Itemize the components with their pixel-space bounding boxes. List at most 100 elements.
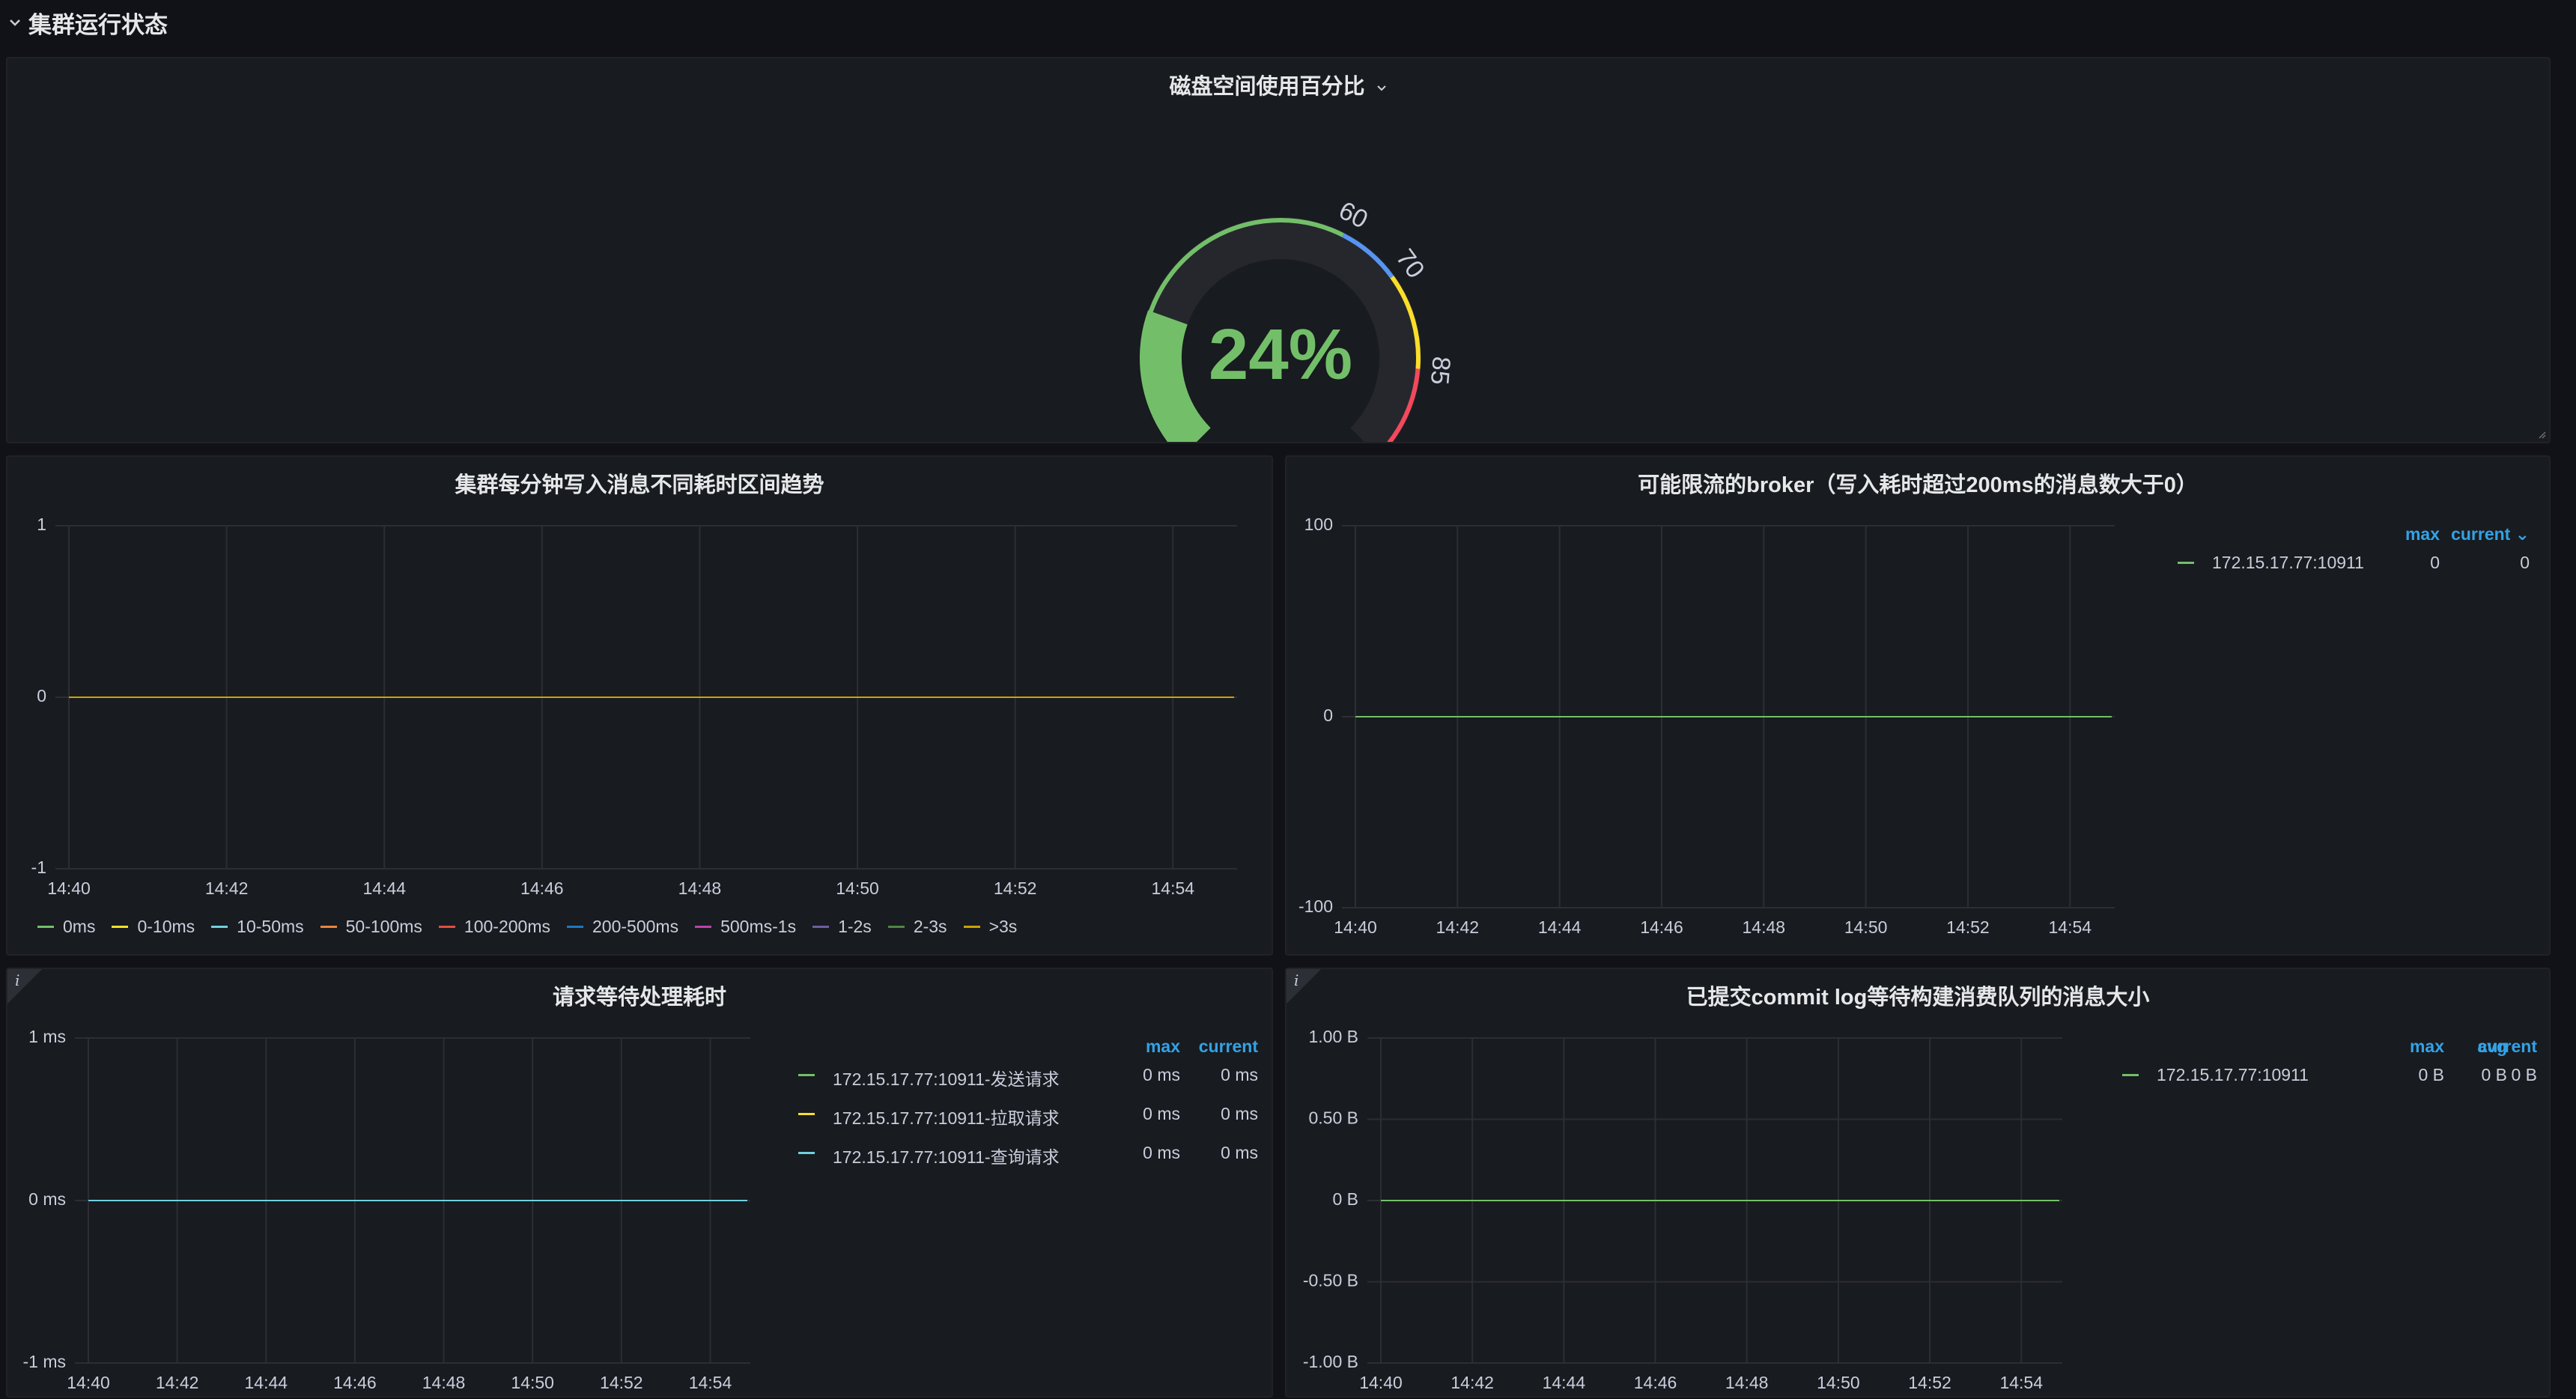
x-tick-label: 14:54	[1999, 1373, 2043, 1392]
legend-column-header-current[interactable]: current ⌄	[2451, 524, 2530, 544]
legend-series-name: 172.15.17.77:10911-拉取请求	[833, 1108, 1060, 1128]
legend-stat-current: 0 B	[2511, 1065, 2537, 1084]
legend-swatch	[320, 926, 337, 928]
latency-trend-plot: 1 0 -114:40 14:42 14:44 14:46 14:48 14:50 14:52 1…	[31, 515, 1237, 898]
x-tick-label: 14:46	[333, 1373, 377, 1392]
legend-label: 100-200ms	[464, 917, 550, 936]
legend-swatch	[887, 926, 905, 928]
x-tick-label: 14:44	[244, 1373, 288, 1392]
throttled-broker-legend: max current ⌄ 172.15.17.77:10911 0 0	[2163, 524, 2537, 674]
x-tick-label: 14:44	[1543, 1373, 1586, 1392]
x-tick-label: 14:50	[1844, 917, 1888, 937]
legend-series-name: 172.15.17.77:10911-查询请求	[833, 1147, 1060, 1167]
gauge-tick-label: 70	[1391, 244, 1430, 284]
gauge-tick-label: 60	[1334, 196, 1373, 234]
x-tick-label: 14:40	[47, 878, 91, 898]
legend-swatch	[695, 926, 712, 928]
legend-label: 2-3s	[913, 917, 947, 936]
x-tick-label: 14:52	[1908, 1373, 1951, 1392]
y-tick-label: 0	[37, 686, 46, 705]
legend-label: 200-500ms	[592, 917, 679, 936]
legend-label: 0ms	[63, 917, 96, 936]
legend-column-header-current[interactable]: current	[1199, 1037, 1258, 1057]
y-tick-label: 0 B	[1332, 1189, 1358, 1209]
x-tick-label: 14:52	[600, 1373, 643, 1392]
legend-stat-current: 0 ms	[1221, 1104, 1258, 1123]
y-tick-label: 100	[1304, 515, 1333, 534]
gauge-value-fill	[1140, 310, 1212, 442]
legend-row-172-15-17-77-10911[interactable]: 172.15.17.77:10911-发送请求 0 ms 0 ms	[783, 1057, 1263, 1092]
y-tick-label: 1.00 B	[1309, 1027, 1359, 1046]
legend-item-10-50ms[interactable]: 10-50ms	[211, 917, 304, 937]
legend-swatch	[211, 926, 228, 928]
resize-handle-icon[interactable]	[2537, 430, 2546, 439]
y-tick-label: -0.50 B	[1303, 1271, 1358, 1290]
row-title: 集群运行状态	[28, 11, 168, 38]
x-tick-label: 14:54	[1152, 878, 1195, 898]
legend-column-header-max[interactable]: max	[2405, 524, 2440, 544]
legend-row-172-15-17-77-10911[interactable]: 172.15.17.77:10911-拉取请求 0 ms 0 ms	[783, 1096, 1263, 1131]
x-tick-label: 14:54	[689, 1373, 732, 1392]
legend-item-500ms-1s[interactable]: 500ms-1s	[695, 917, 796, 937]
legend-item-3s[interactable]: >3s	[963, 917, 1018, 937]
legend-item-0-10ms[interactable]: 0-10ms	[112, 917, 195, 937]
x-tick-label: 14:40	[1334, 917, 1377, 937]
disk-usage-gauge: 060708510024%	[1140, 196, 1456, 442]
legend-row-172-15-17-77-10911[interactable]: 172.15.17.77:10911 0 B0 B0 B	[2107, 1057, 2542, 1092]
legend-item-50-100ms[interactable]: 50-100ms	[320, 917, 422, 937]
legend-label: 50-100ms	[345, 917, 422, 936]
legend-label: >3s	[988, 917, 1018, 936]
legend-stat-max: 0 B	[2418, 1065, 2444, 1084]
legend-swatch	[798, 1113, 815, 1115]
x-tick-label: 14:48	[678, 878, 722, 898]
y-tick-label: 1	[37, 515, 46, 534]
legend-stat-max: 0 ms	[1143, 1065, 1180, 1084]
x-tick-label: 14:46	[1634, 1373, 1677, 1392]
legend-row-172-15-17-77-10911[interactable]: 172.15.17.77:10911 0 0	[2163, 545, 2537, 580]
legend-column-header-max[interactable]: max	[1146, 1037, 1180, 1057]
y-tick-label: -1 ms	[23, 1352, 67, 1371]
legend-label: 10-50ms	[237, 917, 304, 936]
gauge-value-text: 24%	[1209, 315, 1352, 395]
commit-log-queue-panel: i 已提交commit log等待构建消费队列的消息大小 1.00 B 0.50 …	[1285, 968, 2551, 1398]
x-tick-label: 14:42	[156, 1373, 199, 1392]
legend-item-200-500ms[interactable]: 200-500ms	[567, 917, 678, 937]
legend-stat-max: 0 ms	[1143, 1143, 1180, 1162]
x-tick-label: 14:50	[511, 1373, 554, 1392]
legend-swatch	[798, 1074, 815, 1076]
legend-stat-current: 0 ms	[1221, 1143, 1258, 1162]
x-tick-label: 14:44	[1538, 917, 1582, 937]
latency-trend-legend: 0ms 0-10ms 10-50ms 50-100ms 100-200ms 200-500…	[37, 917, 1033, 937]
legend-item-2-3s[interactable]: 2-3s	[887, 917, 947, 937]
x-tick-label: 14:46	[1640, 917, 1683, 937]
legend-column-header-current[interactable]: current	[2478, 1037, 2537, 1057]
y-tick-label: 0 ms	[28, 1189, 66, 1209]
x-tick-label: 14:44	[362, 878, 406, 898]
x-tick-label: 14:40	[67, 1373, 110, 1392]
legend-series-name: 172.15.17.77:10911	[2157, 1065, 2309, 1084]
legend-row-172-15-17-77-10911[interactable]: 172.15.17.77:10911-查询请求 0 ms 0 ms	[783, 1135, 1263, 1170]
legend-item-100-200ms[interactable]: 100-200ms	[438, 917, 550, 937]
legend-item-1-2s[interactable]: 1-2s	[812, 917, 872, 937]
legend-swatch	[812, 926, 830, 928]
legend-item-0ms[interactable]: 0ms	[37, 917, 95, 937]
x-tick-label: 14:50	[836, 878, 879, 898]
x-tick-label: 14:42	[205, 878, 249, 898]
y-tick-label: 1 ms	[28, 1027, 66, 1046]
x-tick-label: 14:54	[2049, 917, 2092, 937]
legend-label: 500ms-1s	[720, 917, 797, 936]
legend-swatch	[37, 926, 54, 928]
legend-series-name: 172.15.17.77:10911	[2212, 553, 2364, 572]
x-tick-label: 14:52	[994, 878, 1037, 898]
legend-column-header-max[interactable]: max	[2410, 1037, 2444, 1057]
x-tick-label: 14:50	[1817, 1373, 1860, 1392]
x-tick-label: 14:46	[520, 878, 564, 898]
legend-swatch	[2178, 562, 2194, 564]
commit-log-queue-plot: 1.00 B 0.50 B 0 B -0.50 B -1.00 B14:40 14:42 1…	[1303, 1027, 2062, 1392]
legend-stat-max: 0 ms	[1143, 1104, 1180, 1123]
legend-stat-avg: 0 B	[2481, 1065, 2507, 1084]
x-tick-label: 14:52	[1946, 917, 1990, 937]
y-tick-label: -100	[1298, 896, 1333, 916]
row-collapse-toggle[interactable]: 集群运行状态	[7, 4, 168, 40]
legend-swatch	[963, 926, 980, 928]
